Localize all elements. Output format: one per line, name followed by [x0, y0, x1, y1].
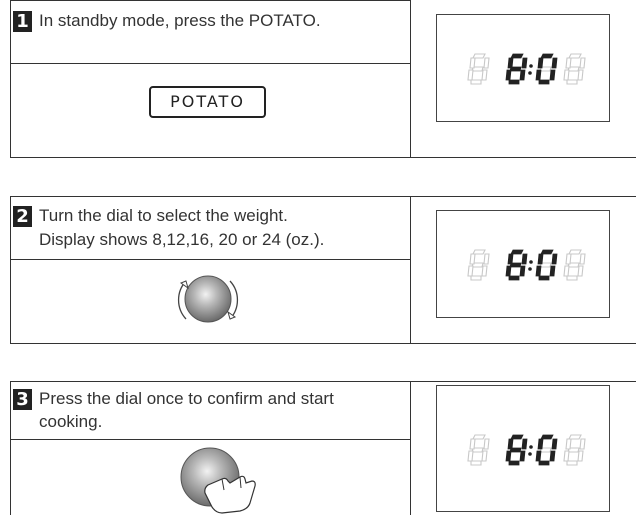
- display-digit: [563, 249, 586, 281]
- display-panel: [436, 210, 610, 318]
- divider: [10, 259, 410, 260]
- seven-segment-display: [467, 434, 586, 466]
- divider: [10, 157, 636, 158]
- step-number: 3: [13, 389, 32, 410]
- divider: [410, 381, 411, 515]
- display-panel: [436, 14, 610, 122]
- step-instruction-line-1: Press the dial once to confirm and start: [39, 389, 334, 408]
- divider: [10, 381, 636, 382]
- display-digit: [467, 434, 490, 466]
- display-panel: [436, 385, 610, 512]
- display-colon: [529, 445, 533, 449]
- divider: [10, 196, 11, 344]
- press-dial-icon: [180, 447, 256, 514]
- step-instruction-line-2: Display shows 8,12,16, 20 or 24 (oz.).: [39, 230, 325, 249]
- step-number: 1: [13, 11, 32, 32]
- display-colon: [529, 260, 533, 264]
- display-colon: [528, 267, 532, 271]
- step-instruction-line-1: Turn the dial to select the weight.: [39, 206, 288, 225]
- divider: [410, 196, 411, 344]
- seven-segment-display: [467, 53, 586, 85]
- display-digit: [535, 53, 558, 85]
- display-digit: [467, 53, 490, 85]
- rotate-dial-icon: [177, 275, 239, 323]
- display-digit: [563, 53, 586, 85]
- display-digit: [535, 249, 558, 281]
- display-colon: [529, 64, 533, 68]
- step-number: 2: [13, 206, 32, 227]
- step-instruction: In standby mode, press the POTATO.: [39, 11, 321, 30]
- potato-button[interactable]: POTATO: [149, 86, 266, 118]
- step-instruction-line-2: cooking.: [39, 412, 103, 431]
- divider: [10, 381, 11, 515]
- display-digit: [505, 249, 528, 281]
- divider: [10, 439, 410, 440]
- divider: [10, 0, 11, 158]
- seven-segment-display: [467, 249, 586, 281]
- display-colon: [528, 71, 532, 75]
- display-digit: [467, 249, 490, 281]
- divider: [10, 196, 636, 197]
- display-digit: [563, 434, 586, 466]
- divider: [10, 63, 410, 64]
- display-digit: [505, 53, 528, 85]
- display-colon: [528, 452, 532, 456]
- divider: [10, 0, 410, 1]
- divider: [10, 343, 636, 344]
- display-digit: [505, 434, 528, 466]
- divider: [410, 0, 411, 158]
- display-digit: [535, 434, 558, 466]
